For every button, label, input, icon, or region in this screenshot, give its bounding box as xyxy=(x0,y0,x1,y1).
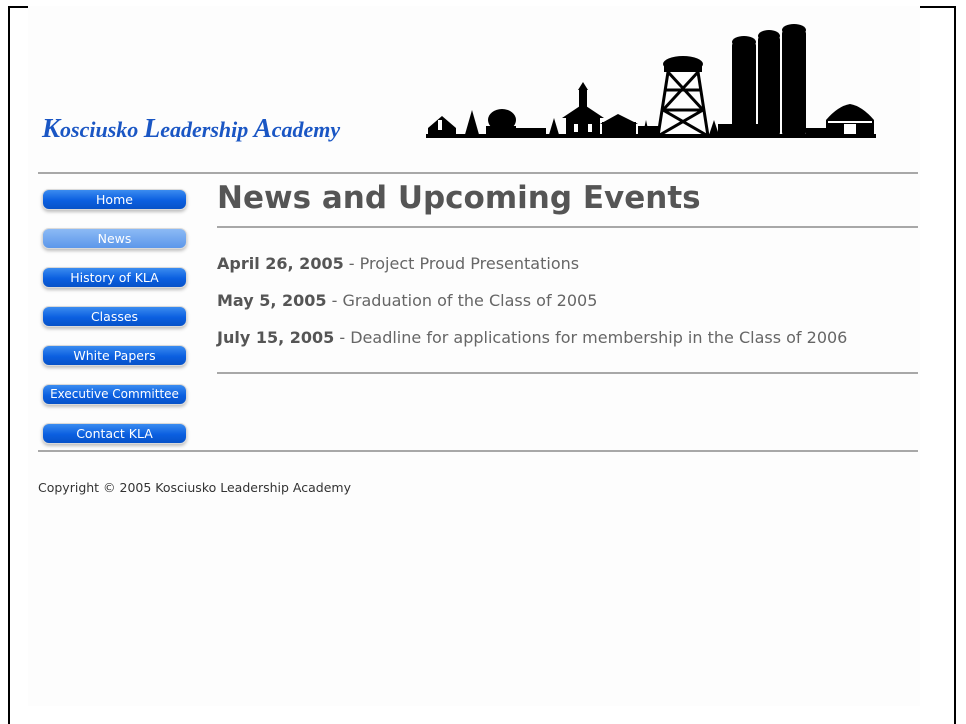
sidebar-nav: Home News History of KLA Classes White P… xyxy=(42,189,190,462)
copyright-text: Copyright © 2005 Kosciusko Leadership Ac… xyxy=(38,480,351,495)
title-cap-l: L xyxy=(143,113,161,143)
content-divider xyxy=(217,372,918,374)
town-skyline-logo xyxy=(426,24,876,138)
event-separator: - xyxy=(334,328,351,347)
event-date: July 15, 2005 xyxy=(217,328,335,347)
header-divider xyxy=(38,172,918,174)
event-date: April 26, 2005 xyxy=(217,254,344,273)
title-word-k: osciusko xyxy=(60,117,144,142)
title-word-a: cademy xyxy=(271,117,341,142)
nav-executive-committee-button[interactable]: Executive Committee xyxy=(42,384,187,405)
page-title: News and Upcoming Events xyxy=(217,180,701,216)
events-list: April 26, 2005 - Project Proud Presentat… xyxy=(217,254,847,365)
title-cap-k: K xyxy=(42,113,61,143)
event-separator: - xyxy=(326,291,343,310)
title-divider xyxy=(217,226,918,228)
footer-divider xyxy=(38,450,918,452)
nav-news-button[interactable]: News xyxy=(42,228,187,249)
header: Kosciusko Leadership Academy xyxy=(28,10,920,170)
event-separator: - xyxy=(343,254,360,273)
event-text: Project Proud Presentations xyxy=(359,254,580,273)
event-text: Deadline for applications for membership… xyxy=(350,328,848,347)
nav-white-papers-button[interactable]: White Papers xyxy=(42,345,187,366)
nav-classes-button[interactable]: Classes xyxy=(42,306,187,327)
title-word-l: eadership xyxy=(160,117,254,142)
event-date: May 5, 2005 xyxy=(217,291,327,310)
site-title[interactable]: Kosciusko Leadership Academy xyxy=(42,113,340,144)
event-text: Graduation of the Class of 2005 xyxy=(342,291,598,310)
event-item: July 15, 2005 - Deadline for application… xyxy=(217,328,847,365)
event-item: April 26, 2005 - Project Proud Presentat… xyxy=(217,254,847,291)
title-cap-a: A xyxy=(253,113,272,143)
nav-home-button[interactable]: Home xyxy=(42,189,187,210)
nav-history-button[interactable]: History of KLA xyxy=(42,267,187,288)
event-item: May 5, 2005 - Graduation of the Class of… xyxy=(217,291,847,328)
nav-contact-button[interactable]: Contact KLA xyxy=(42,423,187,444)
